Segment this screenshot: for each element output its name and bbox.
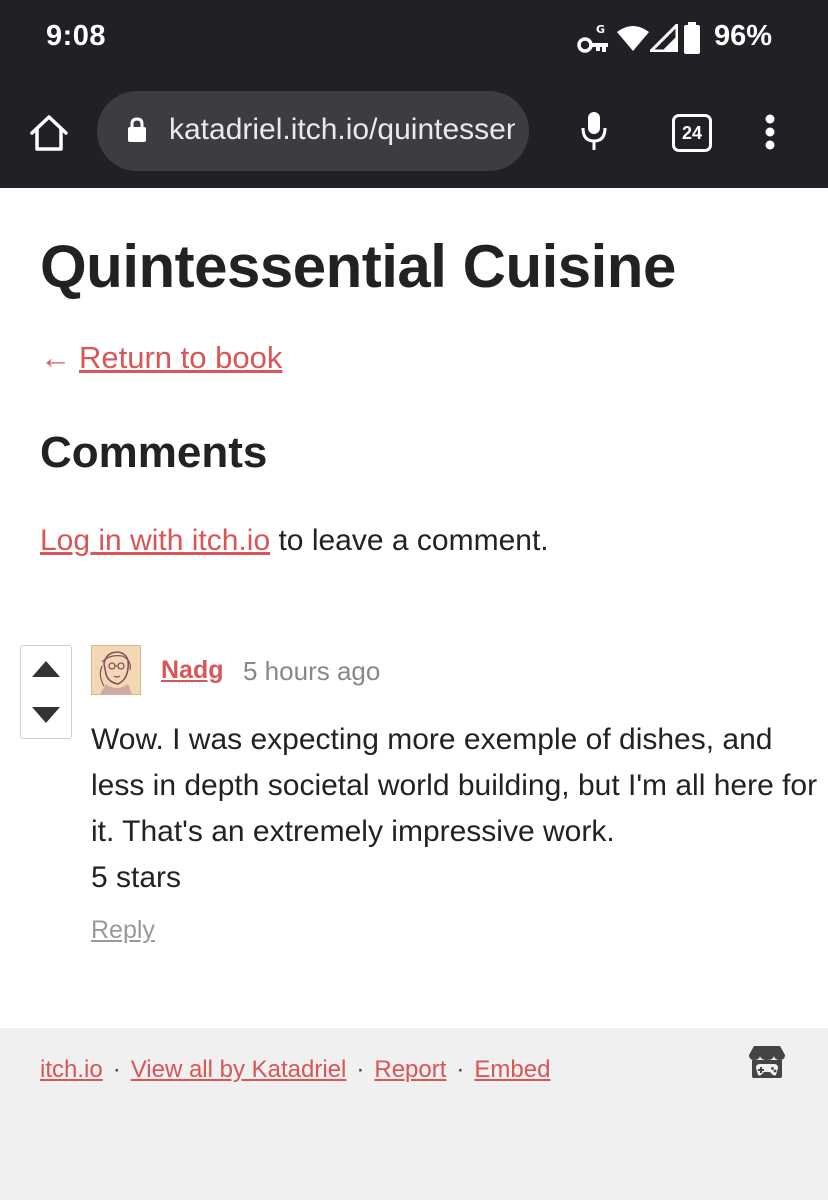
login-link[interactable]: Log in with itch.io	[40, 524, 270, 557]
reply-link[interactable]: Reply	[91, 916, 155, 945]
footer-separator: ·	[456, 1056, 465, 1083]
footer-link-itchio[interactable]: itch.io	[40, 1056, 103, 1083]
cell-signal-icon	[650, 24, 678, 52]
comment-author-link[interactable]: Nadg	[161, 656, 224, 685]
comment-timestamp: 5 hours ago	[243, 656, 381, 686]
battery-percent: 96%	[713, 20, 772, 52]
footer-links: itch.io · View all by Katadriel · Report · Emb…	[40, 1056, 550, 1084]
mic-icon[interactable]	[580, 110, 608, 152]
svg-text:G: G	[596, 23, 605, 36]
lock-icon	[128, 117, 146, 142]
footer-link-report[interactable]: Report	[374, 1056, 446, 1083]
address-bar[interactable]: katadriel.itch.io/quintessential-cuisine	[97, 91, 529, 171]
footer: itch.io · View all by Katadriel · Report · Emb…	[0, 1028, 828, 1200]
upvote-button[interactable]	[21, 646, 71, 692]
more-vert-icon[interactable]	[764, 114, 776, 150]
vpn-key-icon: G	[577, 23, 608, 53]
back-arrow-icon: ←	[40, 340, 71, 375]
browser-toolbar: katadriel.itch.io/quintessential-cuisine…	[0, 76, 828, 188]
footer-separator: ·	[356, 1056, 365, 1083]
avatar[interactable]	[91, 645, 141, 695]
avatar-sketch-icon	[92, 646, 140, 694]
status-icons: G 96%	[577, 18, 772, 58]
comment-body: Wow. I was expecting more exemple of dis…	[91, 717, 821, 901]
footer-link-view-all[interactable]: View all by Katadriel	[131, 1056, 347, 1083]
arrow-up-icon	[32, 661, 60, 677]
page-title: Quintessential Cuisine	[40, 233, 676, 300]
footer-link-embed[interactable]: Embed	[474, 1056, 550, 1083]
status-bar: 9:08 G 96%	[0, 0, 828, 76]
url-text[interactable]: katadriel.itch.io/quintessential-cuisine	[169, 113, 515, 147]
status-time: 9:08	[46, 20, 107, 52]
return-to-book-link[interactable]: ← Return to book	[40, 340, 282, 376]
itchio-logo-icon[interactable]	[748, 1044, 786, 1080]
downvote-button[interactable]	[21, 692, 71, 738]
wifi-icon	[617, 26, 649, 51]
battery-icon	[684, 22, 700, 54]
login-suffix: to leave a comment.	[270, 524, 549, 557]
comments-heading: Comments	[40, 428, 268, 477]
arrow-down-icon	[32, 707, 60, 723]
tabs-button[interactable]: 24	[672, 114, 712, 152]
home-icon[interactable]	[28, 113, 70, 153]
footer-separator: ·	[112, 1056, 121, 1083]
login-prompt: Log in with itch.io to leave a comment.	[40, 524, 549, 558]
vote-widget	[20, 645, 72, 739]
comment-text: Wow. I was expecting more exemple of dis…	[91, 723, 818, 848]
return-link-label: Return to book	[79, 340, 283, 375]
comment-text: 5 stars	[91, 861, 182, 894]
